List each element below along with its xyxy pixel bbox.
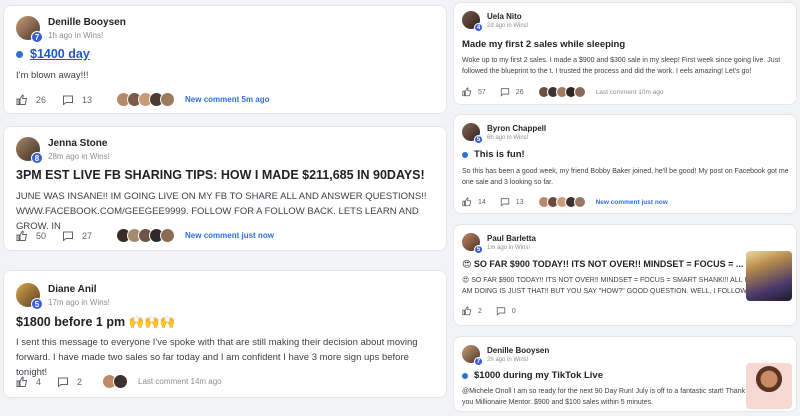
post-meta: 1h ago in Wins!	[48, 30, 104, 40]
comment-count: 2	[77, 376, 83, 387]
avatar[interactable]: 7	[16, 16, 43, 43]
post-thumbnail[interactable]	[746, 363, 792, 409]
like-count: 14	[478, 198, 486, 206]
comment-count: 27	[82, 230, 93, 241]
post-title-text[interactable]: This is fun!	[474, 149, 525, 160]
post-title[interactable]: $1800 before 1 pm 🙌🙌🙌	[16, 315, 175, 330]
post-card[interactable]: 5 Byron Chappell 6h ago in Wins! This is…	[453, 114, 797, 214]
post-title[interactable]: $1400 day	[16, 47, 90, 61]
level-badge: 5	[31, 298, 43, 310]
comment-count: 13	[82, 94, 93, 105]
post-body: I'm blown away!!!	[16, 70, 89, 81]
post-title[interactable]: 3PM EST LIVE FB SHARING TIPS: HOW I MADE…	[16, 168, 425, 182]
level-badge: 5	[474, 245, 483, 254]
thumbs-up-icon[interactable]	[16, 93, 28, 106]
avatar	[160, 228, 176, 243]
author-name[interactable]: Denille Booysen	[487, 346, 549, 355]
post-meta: 28m ago in Wins!	[48, 151, 110, 161]
post-body: Woke up to my first 2 sales. I made a $9…	[462, 57, 781, 75]
avatar[interactable]: 4	[462, 11, 483, 32]
commenter-avatars	[102, 374, 129, 389]
level-badge: 5	[474, 135, 483, 144]
pinned-dot-icon	[462, 151, 468, 158]
like-count: 2	[478, 307, 482, 315]
activity-label: Last comment 10m ago	[595, 88, 664, 96]
author-name[interactable]: Denille Booysen	[48, 17, 126, 28]
level-badge: 8	[31, 152, 43, 164]
author-name[interactable]: Uela Nito	[487, 12, 528, 21]
comment-icon[interactable]	[62, 94, 74, 106]
post-card[interactable]: 7 Denille Booysen 2h ago in Wins! $1000 …	[453, 336, 797, 412]
post-title-link[interactable]: $1400 day	[30, 47, 90, 61]
author-name[interactable]: Paul Barletta	[487, 234, 536, 243]
avatar	[573, 196, 586, 208]
avatar	[160, 92, 176, 107]
like-count: 57	[478, 88, 486, 96]
post-body: @Michele Onoll I am so ready for the nex…	[462, 388, 746, 406]
post-meta: 2h ago in Wins!	[487, 356, 529, 363]
author-name[interactable]: Diane Anil	[48, 284, 110, 295]
post-card[interactable]: 4 Uela Nito 2d ago in Wins! Made my firs…	[453, 2, 797, 105]
avatar	[573, 86, 586, 98]
comment-icon[interactable]	[57, 376, 69, 388]
post-title[interactable]: This is fun!	[462, 149, 525, 160]
comment-count: 26	[515, 88, 524, 96]
post-body: So this has been a good week, my friend …	[462, 168, 789, 186]
thumbs-up-icon[interactable]	[462, 87, 472, 97]
avatar	[113, 374, 129, 389]
post-body: 😍 SO FAR $900 TODAY!! ITS NOT OVER!! MIN…	[462, 277, 747, 295]
commenter-avatars	[116, 92, 176, 107]
avatar[interactable]: 5	[462, 233, 483, 254]
activity-label[interactable]: New comment just now	[185, 231, 274, 240]
comment-count: 0	[511, 307, 516, 315]
commenter-avatars	[537, 86, 586, 98]
comment-count: 13	[515, 198, 524, 206]
commenter-avatars	[537, 196, 586, 208]
post-meta: 1m ago in Wins!	[487, 244, 531, 251]
post-meta: 2d ago in Wins!	[487, 22, 529, 29]
thumbs-up-icon[interactable]	[16, 375, 28, 388]
post-title-text[interactable]: $1000 during my TikTok Live	[474, 370, 603, 381]
thumbs-up-icon[interactable]	[462, 197, 472, 207]
like-count: 4	[36, 376, 42, 387]
author-name[interactable]: Byron Chappell	[487, 124, 546, 133]
like-count: 50	[36, 230, 47, 241]
author-name[interactable]: Jenna Stone	[48, 138, 110, 149]
like-count: 26	[36, 94, 47, 105]
post-meta: 6h ago in Wins!	[487, 134, 529, 141]
post-card[interactable]: 8 Jenna Stone 28m ago in Wins! 3PM EST L…	[3, 126, 447, 251]
activity-label[interactable]: New comment 5m ago	[185, 95, 269, 104]
post-title[interactable]: $1000 during my TikTok Live	[462, 370, 603, 381]
comment-icon[interactable]	[500, 197, 510, 207]
thumbs-up-icon[interactable]	[16, 229, 28, 242]
post-meta: 17m ago in Wins!	[48, 297, 110, 307]
pinned-dot-icon	[462, 372, 468, 379]
level-badge: 7	[474, 357, 483, 366]
activity-label: Last comment 14m ago	[138, 377, 222, 386]
comment-icon[interactable]	[62, 230, 74, 242]
avatar[interactable]: 8	[16, 137, 43, 164]
thumbs-up-icon[interactable]	[462, 306, 472, 316]
comment-icon[interactable]	[496, 306, 506, 316]
activity-label[interactable]: New comment just now	[596, 199, 668, 206]
level-badge: 4	[474, 23, 483, 32]
post-title[interactable]: Made my first 2 sales while sleeping	[462, 39, 625, 50]
post-title[interactable]: 😍 SO FAR $900 TODAY!! ITS NOT OVER!! MIN…	[462, 259, 747, 270]
post-card[interactable]: 7 Denille Booysen 1h ago in Wins! $1400 …	[3, 5, 447, 114]
level-badge: 7	[31, 31, 43, 43]
post-card[interactable]: 5 Paul Barletta 1m ago in Wins! 😍 SO FAR…	[453, 224, 797, 326]
avatar[interactable]: 5	[462, 123, 483, 144]
pinned-dot-icon	[16, 50, 23, 58]
avatar[interactable]: 5	[16, 283, 43, 310]
post-thumbnail[interactable]	[746, 251, 792, 301]
comment-icon[interactable]	[500, 87, 510, 97]
avatar[interactable]: 7	[462, 345, 483, 366]
post-card[interactable]: 5 Diane Anil 17m ago in Wins! $1800 befo…	[3, 270, 447, 398]
commenter-avatars	[116, 228, 176, 243]
